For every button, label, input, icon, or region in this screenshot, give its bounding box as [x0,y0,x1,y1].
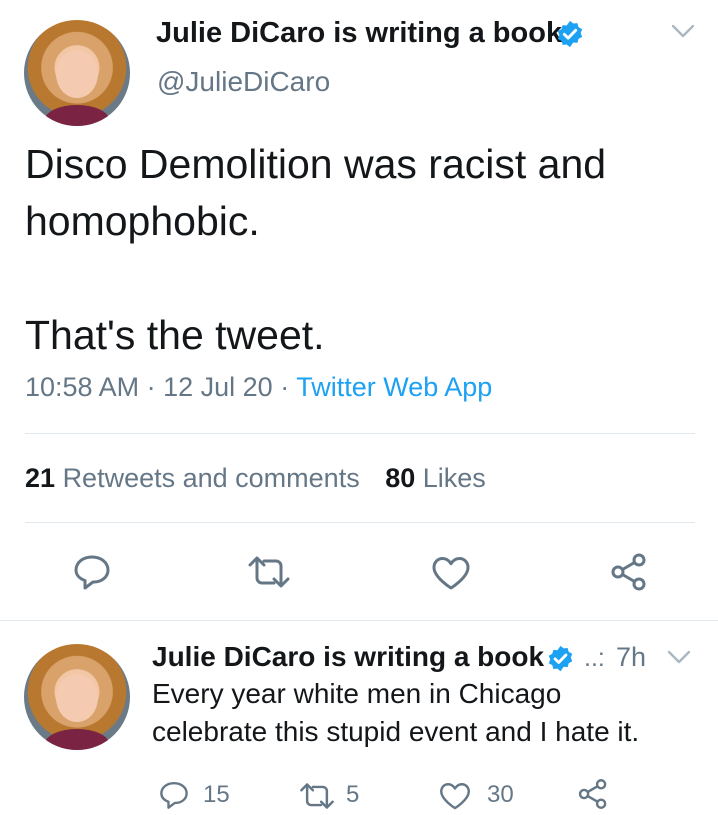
retweets-stat[interactable]: 21 Retweets and comments [25,463,367,493]
like-icon[interactable] [438,781,472,811]
reply-icon[interactable] [72,553,112,591]
divider [25,522,695,523]
engagement-stats: 21 Retweets and comments 80 Likes [25,463,486,494]
reply-count: 15 [203,781,230,808]
reply-text-line-1: Every year white men in Chicago [152,678,562,709]
tweet-source-link[interactable]: Twitter Web App [296,372,492,402]
handle[interactable]: @JulieDiCaro [157,66,330,98]
likes-label: Likes [422,463,486,493]
divider [0,620,718,621]
like-icon[interactable] [430,555,472,591]
retweets-count: 21 [25,463,56,493]
reply-text-line-2: celebrate this stupid event and I hate i… [152,716,640,747]
tweet-date: 12 Jul 20 [163,372,273,402]
share-icon[interactable] [576,777,610,811]
avatar[interactable] [24,20,130,126]
tweet-time: 10:58 AM [25,372,140,402]
verified-icon [546,644,575,673]
tweet-text-line-2: homophobic. [25,198,260,244]
divider [25,433,695,434]
reply-time-ago: 7h [616,642,647,672]
tweet-meta: 10:58 AM · 12 Jul 20 · Twitter Web App [25,372,492,403]
retweets-label: Retweets and comments [62,463,360,493]
share-icon[interactable] [608,551,650,593]
tweet-text-line-3: That's the tweet. [25,312,325,358]
likes-stat[interactable]: 80 Likes [385,463,486,493]
separator: · [146,372,156,402]
avatar[interactable] [24,644,130,750]
retweet-icon[interactable] [298,782,336,810]
display-name[interactable]: Julie DiCaro is writing a book [152,641,544,673]
chevron-down-icon[interactable] [666,648,692,666]
tweet-text-line-1: Disco Demolition was racist and [25,141,607,187]
display-name[interactable]: Julie DiCaro is writing a book [156,17,562,50]
chevron-down-icon[interactable] [670,22,696,40]
reply-icon[interactable] [158,780,190,810]
retweet-icon[interactable] [246,555,292,589]
truncation-ellipsis: ..: [584,644,605,672]
separator: · [280,372,290,402]
retweet-count: 5 [346,781,360,808]
like-count: 30 [487,781,514,808]
verified-icon [555,19,585,49]
likes-count: 80 [385,463,416,493]
